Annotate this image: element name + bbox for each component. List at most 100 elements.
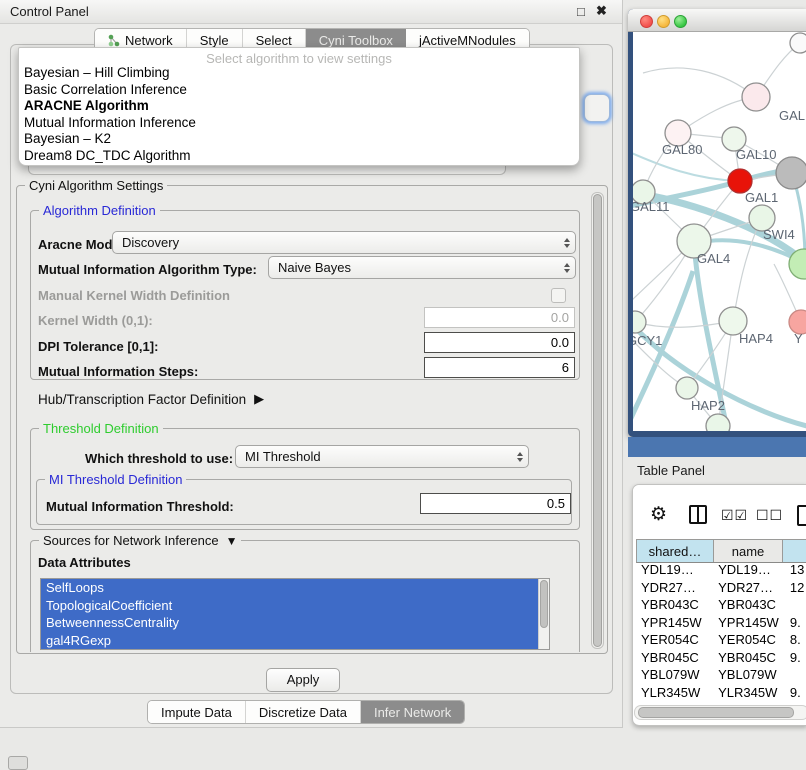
settings-scrollbar[interactable] <box>591 192 604 649</box>
mi-steps-field[interactable]: 6 <box>424 357 575 378</box>
mac-zoom-icon[interactable] <box>674 15 687 28</box>
combo-arrows-icon <box>512 452 528 462</box>
network-view-window[interactable]: GALGAL80GAL10GAL1GAL11SWI4GAL4GCY1HAP4YH… <box>628 9 806 437</box>
tab-discretize-data[interactable]: Discretize Data <box>246 701 361 723</box>
control-panel-title: Control Panel <box>10 4 89 19</box>
network-svg: GALGAL80GAL10GAL1GAL11SWI4GAL4GCY1HAP4YH… <box>633 31 806 431</box>
network-node[interactable] <box>776 157 806 189</box>
table-cell: YBR043C <box>636 596 711 614</box>
table-row[interactable]: YBR043CYBR043C <box>636 596 806 614</box>
aracne-mode-value: Discovery <box>113 235 559 250</box>
table-hscrollbar[interactable] <box>634 705 806 720</box>
column-header-name[interactable]: name <box>714 540 783 562</box>
tab-label: Cyni Toolbox <box>319 33 393 48</box>
table-row[interactable]: YDR27…YDR27…12 <box>636 579 806 597</box>
network-window-titlebar[interactable] <box>628 9 806 32</box>
tab-infer-network[interactable]: Infer Network <box>361 701 464 723</box>
algorithm-option[interactable]: Bayesian – Hill Climbing <box>19 65 579 82</box>
node-label: GAL4 <box>697 251 730 266</box>
attribute-item[interactable]: gal4RGexp <box>41 632 544 650</box>
dpi-tolerance-field[interactable]: 0.0 <box>424 332 575 353</box>
new-table-icon[interactable] <box>797 505 806 526</box>
table-cell: YLR345W <box>711 684 781 702</box>
attribute-item[interactable]: BetweennessCentrality <box>41 614 544 632</box>
table-toolbar: ⚙ ☑☑ ☐☐ <box>633 485 806 537</box>
table-header: shared… name A <box>636 539 806 563</box>
tab-label: Network <box>125 33 173 48</box>
algo-options: Bayesian – Hill ClimbingBasic Correlatio… <box>19 65 579 165</box>
close-icon[interactable]: ✖ <box>596 3 607 19</box>
mac-minimize-icon[interactable] <box>657 15 670 28</box>
algorithm-option[interactable]: Basic Correlation Inference <box>19 82 579 99</box>
table-cell: YBR045C <box>711 649 781 667</box>
table-row[interactable]: YDL19…YDL19…13 <box>636 561 806 579</box>
mac-close-icon[interactable] <box>640 15 653 28</box>
table-row[interactable]: YER054CYER054C8. <box>636 631 806 649</box>
attribute-item[interactable]: SelfLoops <box>41 579 544 597</box>
table-cell: YER054C <box>636 631 711 649</box>
network-canvas[interactable]: GALGAL80GAL10GAL1GAL11SWI4GAL4GCY1HAP4YH… <box>633 31 806 431</box>
table-cell: YPR145W <box>636 614 711 632</box>
node-label: GAL1 <box>745 190 778 205</box>
table-row[interactable]: YBL079WYBL079W <box>636 666 806 684</box>
network-node-hap2[interactable] <box>676 377 698 399</box>
algorithm-option[interactable]: Dream8 DC_TDC Algorithm <box>19 148 579 165</box>
attributes-scrollbar[interactable] <box>538 579 549 649</box>
table-cell: YPR145W <box>711 614 781 632</box>
table-row[interactable]: YPR145WYPR145W9. <box>636 614 806 632</box>
network-node[interactable] <box>706 414 730 431</box>
table-cell: YBR045C <box>636 649 711 667</box>
node-label: GAL10 <box>736 147 776 162</box>
table-panel-window: ⚙ ☑☑ ☐☐ shared… name A YDL19…YDL19…13YDR… <box>632 484 806 726</box>
focused-spinner-remnant <box>584 94 610 122</box>
table-cell: YDR27… <box>711 579 781 597</box>
node-label: GAL11 <box>633 199 670 214</box>
mi-type-value: Naive Bayes <box>269 260 559 275</box>
node-label: GAL80 <box>662 142 702 157</box>
combo-arrows-icon <box>559 238 575 248</box>
network-node[interactable] <box>790 33 806 53</box>
network-node-gcy1[interactable] <box>633 311 646 333</box>
kernel-width-label: Kernel Width (0,1): <box>38 313 153 328</box>
column-header-shared[interactable]: shared… <box>637 540 714 562</box>
mi-steps-label: Mutual Information Steps: <box>38 364 198 379</box>
which-threshold-combo[interactable]: MI Threshold <box>235 445 529 468</box>
desktop-background <box>628 437 806 457</box>
mi-type-combo[interactable]: Naive Bayes <box>268 256 576 279</box>
hub-factor-expander[interactable]: Hub/Transcription Factor Definition ▶ <box>38 391 264 407</box>
node-label: GCY1 <box>633 333 662 348</box>
table-row[interactable]: YLR345WYLR345W9. <box>636 684 806 702</box>
table-row[interactable]: YBR045CYBR045C9. <box>636 649 806 667</box>
tab-impute-data[interactable]: Impute Data <box>148 701 246 723</box>
node-label: HAP4 <box>739 331 773 346</box>
table-body: YDL19…YDL19…13YDR27…YDR27…12YBR043CYBR04… <box>636 561 806 705</box>
algorithm-dropdown[interactable]: Select algorithm to view settings Bayesi… <box>18 47 580 166</box>
select-all-checks-icon[interactable]: ☑☑ <box>721 507 748 524</box>
column-header-third[interactable]: A <box>783 540 806 562</box>
float-window-icon[interactable]: □ <box>577 4 585 19</box>
algorithm-option[interactable]: ARACNE Algorithm <box>19 98 579 115</box>
table-cell: YBL079W <box>636 666 711 684</box>
table-cell: YBL079W <box>711 666 781 684</box>
table-cell <box>781 596 806 614</box>
table-cell: YER054C <box>711 631 781 649</box>
settings-group-title: Cyni Algorithm Settings <box>25 178 167 193</box>
sources-group-title-wrap[interactable]: Sources for Network Inference ▼ <box>39 533 241 548</box>
algorithm-option[interactable]: Mutual Information Inference <box>19 115 579 132</box>
gear-icon[interactable]: ⚙ <box>650 503 667 526</box>
network-node-gal[interactable] <box>742 83 770 111</box>
apply-button[interactable]: Apply <box>266 668 340 692</box>
data-attributes-list[interactable]: SelfLoopsTopologicalCoefficientBetweenne… <box>40 578 550 650</box>
split-columns-icon[interactable] <box>689 505 707 524</box>
deselect-all-checks-icon[interactable]: ☐☐ <box>756 507 783 524</box>
algorithm-option[interactable]: Bayesian – K2 <box>19 131 579 148</box>
table-cell: YDL19… <box>711 561 781 579</box>
mi-threshold-field[interactable]: 0.5 <box>420 493 571 514</box>
aracne-mode-combo[interactable]: Discovery <box>112 231 576 254</box>
bottom-left-button[interactable] <box>8 756 28 770</box>
manual-kernel-checkbox[interactable] <box>551 288 566 303</box>
combo-arrows-icon <box>559 263 575 273</box>
kernel-width-field[interactable]: 0.0 <box>424 307 575 328</box>
attribute-item[interactable]: TopologicalCoefficient <box>41 597 544 615</box>
tab-label: Style <box>200 33 229 48</box>
